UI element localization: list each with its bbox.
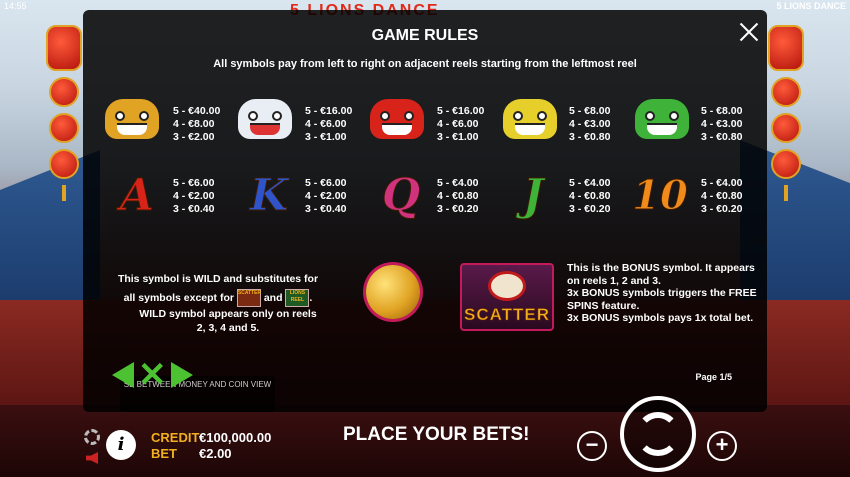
paytable-ten: 5 - €4.00 4 - €0.80 3 - €0.20: [701, 177, 743, 215]
wild-description-line2: all symbols except for SCATTER and LIONS…: [93, 289, 343, 307]
lions-reel-mini-icon: LIONS REEL: [285, 289, 310, 307]
game-name: 5 LIONS DANCE: [776, 1, 846, 11]
lantern-icon: [49, 77, 79, 107]
gold-lion-icon: [103, 90, 161, 148]
scatter-label: SCATTER: [463, 305, 550, 325]
bonus-line2: 3x BONUS symbols triggers the FREE SPINS…: [567, 287, 757, 312]
drum-icon: [488, 271, 526, 301]
tassel: [784, 185, 788, 201]
yellow-lion-icon: [501, 90, 559, 148]
number-ten-icon: 10: [632, 171, 689, 219]
lantern-icon: [49, 149, 79, 179]
close-icon[interactable]: [739, 22, 759, 42]
wild-description-line4: 2, 3, 4 and 5.: [196, 322, 260, 334]
paytable-q: 5 - €4.00 4 - €0.80 3 - €0.20: [437, 177, 479, 215]
lantern-icon: [771, 77, 801, 107]
lantern-column-left: [46, 25, 82, 201]
next-page-icon[interactable]: [170, 362, 193, 388]
lantern-icon: [771, 149, 801, 179]
wild-description-line1: This symbol is WILD and substitutes for: [117, 273, 319, 285]
credit-value: €100,000.00: [199, 430, 272, 445]
credit-label: CREDIT: [151, 430, 200, 445]
info-button[interactable]: i: [106, 430, 136, 460]
bonus-description: This is the BONUS symbol. It appears on …: [567, 262, 757, 325]
white-lion-icon: [236, 90, 294, 148]
wild-ball-icon: [366, 265, 420, 319]
lantern-icon: [771, 113, 801, 143]
letter-a-icon: A: [119, 169, 155, 221]
close-rules-icon[interactable]: ✕: [138, 358, 167, 392]
wild-description-line3: WILD symbol appears only on reels: [139, 308, 317, 320]
paytable-red-lion: 5 - €16.00 4 - €6.00 3 - €1.00: [437, 105, 485, 143]
bet-value: €2.00: [199, 446, 232, 461]
paytable-yellow-lion: 5 - €8.00 4 - €3.00 3 - €0.80: [569, 105, 611, 143]
bonus-scatter-icon: SCATTER: [460, 263, 554, 331]
rules-navigation: ✕: [112, 358, 193, 392]
paytable-gold-lion: 5 - €40.00 4 - €8.00 3 - €2.00: [173, 105, 221, 143]
status-message: PLACE YOUR BETS!: [343, 424, 530, 445]
spin-button[interactable]: [620, 396, 696, 472]
settings-icon[interactable]: [84, 429, 100, 445]
tassel: [62, 185, 66, 201]
paytable-white-lion: 5 - €16.00 4 - €6.00 3 - €1.00: [305, 105, 353, 143]
wild-text-suffix: .: [309, 291, 313, 304]
paytable-green-lion: 5 - €8.00 4 - €3.00 3 - €0.80: [701, 105, 743, 143]
previous-page-icon[interactable]: [112, 362, 134, 388]
wild-text-and: and: [263, 291, 283, 304]
rules-subtitle: All symbols pay from left to right on ad…: [213, 58, 637, 70]
letter-j-icon: J: [522, 169, 544, 221]
wild-text-prefix: all symbols except for: [123, 291, 234, 304]
bonus-line1: This is the BONUS symbol. It appears on …: [567, 262, 755, 287]
game-rules-dialog: GAME RULES All symbols pay from left to …: [83, 10, 767, 412]
red-lion-icon: [368, 90, 426, 148]
bet-label: BET: [151, 446, 177, 461]
increase-bet-button[interactable]: +: [707, 431, 737, 461]
clock: 14:55: [4, 1, 27, 11]
bonus-line3: 3x BONUS symbols pays 1x total bet.: [567, 312, 754, 324]
scatter-mini-icon: SCATTER: [236, 289, 261, 307]
letter-q-icon: Q: [381, 169, 421, 221]
paytable-k: 5 - €6.00 4 - €2.00 3 - €0.40: [305, 177, 347, 215]
lantern-icon: [46, 25, 82, 71]
lantern-icon: [768, 25, 804, 71]
page-indicator: Page 1/5: [695, 372, 732, 382]
green-lion-icon: [633, 90, 691, 148]
paytable-a: 5 - €6.00 4 - €2.00 3 - €0.40: [173, 177, 215, 215]
dialog-title: GAME RULES: [371, 27, 479, 44]
lantern-icon: [49, 113, 79, 143]
lantern-column-right: [768, 25, 804, 201]
decrease-bet-button[interactable]: −: [577, 431, 607, 461]
letter-k-icon: K: [249, 169, 289, 221]
paytable-j: 5 - €4.00 4 - €0.80 3 - €0.20: [569, 177, 611, 215]
